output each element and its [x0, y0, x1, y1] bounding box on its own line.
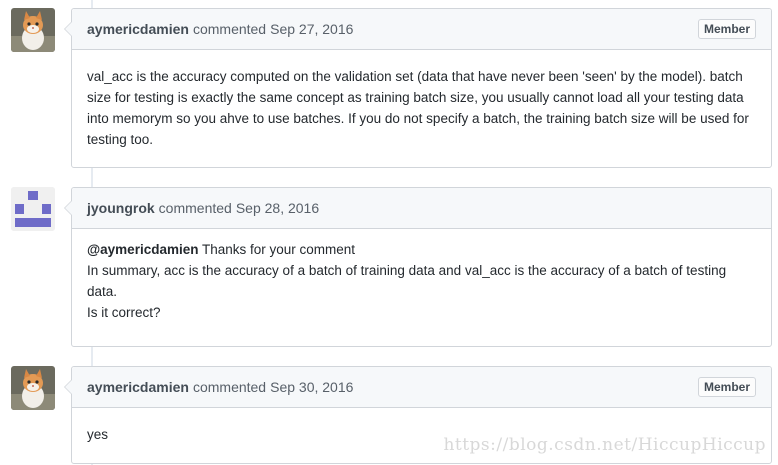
comment-line-1-text: Thanks for your comment [198, 242, 356, 257]
comment-author[interactable]: aymericdamien [87, 379, 189, 395]
comment-timestamp[interactable]: Sep 28, 2016 [236, 200, 319, 216]
comment-header: aymericdamien commented Sep 30, 2016 Mem… [72, 367, 771, 408]
comment-action: commented [192, 379, 267, 395]
comment-text: val_acc is the accuracy computed on the … [87, 69, 749, 147]
member-badge: Member [697, 377, 756, 397]
comment-author[interactable]: jyoungrok [87, 200, 155, 216]
comment-body: val_acc is the accuracy computed on the … [72, 50, 771, 162]
kitten-avatar-icon[interactable] [11, 366, 55, 410]
comment-action: commented [158, 200, 232, 216]
member-badge: Member [697, 19, 756, 39]
kitten-avatar-icon[interactable] [11, 8, 55, 52]
identicon-avatar-icon[interactable] [11, 187, 55, 231]
comment-author[interactable]: aymericdamien [87, 21, 189, 37]
comment-timestamp[interactable]: Sep 30, 2016 [270, 379, 353, 395]
comment-body: @aymericdamien Thanks for your comment I… [72, 229, 771, 335]
comment-line-3: Is it correct? [87, 305, 161, 320]
watermark: https://blog.csdn.net/HiccupHiccup [443, 435, 766, 455]
user-mention-link[interactable]: @aymericdamien [87, 242, 198, 257]
comment-header: jyoungrok commented Sep 28, 2016 [72, 188, 771, 229]
comment-box: aymericdamien commented Sep 27, 2016 Mem… [64, 8, 772, 168]
comment-line-1: @aymericdamien Thanks for your comment [87, 239, 756, 260]
comment-line-2: In summary, acc is the accuracy of a bat… [87, 263, 727, 299]
comment-box: jyoungrok commented Sep 28, 2016 @aymeri… [64, 187, 772, 347]
comment-action: commented [192, 21, 267, 37]
comment-header: aymericdamien commented Sep 27, 2016 Mem… [72, 9, 771, 50]
comment-timestamp[interactable]: Sep 27, 2016 [270, 21, 353, 37]
